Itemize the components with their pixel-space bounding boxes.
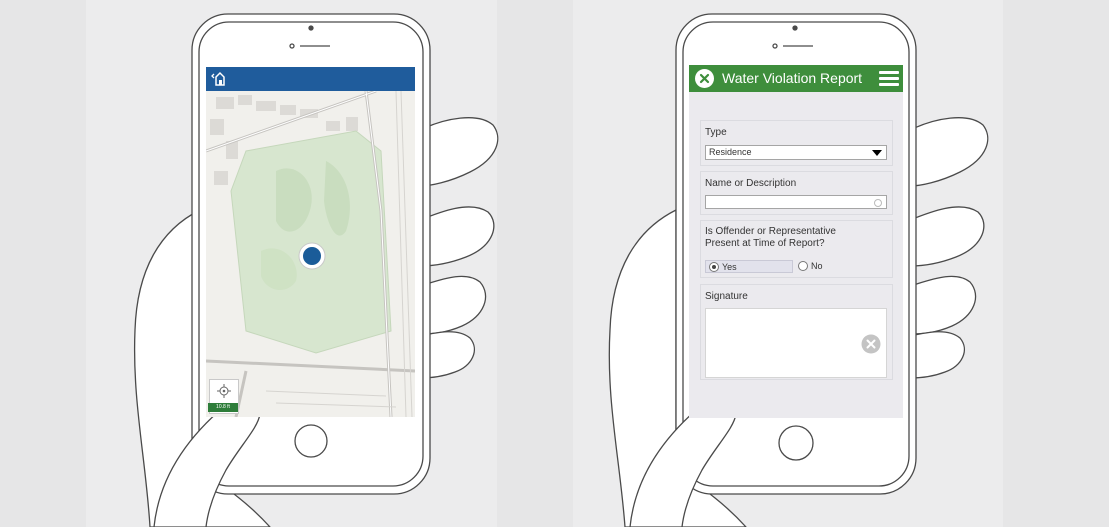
name-field-card: Name or Description (700, 171, 893, 215)
signature-pad[interactable] (705, 308, 887, 378)
phones-and-hands-illustration (133, 13, 989, 527)
map-view[interactable] (206, 91, 415, 417)
current-location-marker (303, 247, 321, 265)
radio-selected-icon (709, 262, 719, 272)
type-select[interactable]: Residence (705, 145, 887, 160)
form-title: Water Violation Report (722, 70, 863, 86)
form-app-screen: Water Violation Report Type Residence Na… (689, 65, 903, 418)
type-label: Type (705, 127, 727, 138)
dropdown-arrow-icon (872, 150, 882, 156)
radio-unselected-icon (798, 261, 808, 271)
home-back-icon[interactable] (210, 71, 226, 87)
clear-signature-icon[interactable] (861, 334, 881, 354)
signature-label: Signature (705, 291, 748, 302)
radio-option-no[interactable]: No (795, 260, 823, 273)
radio-yes-label: Yes (722, 262, 737, 272)
type-field-card: Type Residence (700, 120, 893, 166)
name-input[interactable] (705, 195, 887, 209)
map-top-bar (206, 67, 415, 91)
close-button[interactable] (695, 69, 714, 88)
clear-input-icon[interactable] (874, 199, 882, 207)
crosshair-icon (217, 384, 231, 398)
form-header: Water Violation Report (689, 65, 903, 92)
map-app-screen: 10.8 ft (206, 67, 415, 417)
signature-card: Signature (700, 284, 893, 380)
offender-present-card: Is Offender or Representative Present at… (700, 220, 893, 278)
offender-present-label-line2: Present at Time of Report? (705, 238, 825, 249)
map-scale-badge: 10.8 ft (208, 403, 238, 412)
radio-no-label: No (811, 261, 823, 271)
name-label: Name or Description (705, 178, 797, 189)
close-icon (699, 73, 710, 84)
hamburger-menu-icon[interactable] (879, 71, 899, 87)
offender-present-label-line1: Is Offender or Representative (705, 226, 836, 237)
type-select-value: Residence (709, 147, 752, 157)
radio-option-yes[interactable]: Yes (705, 260, 793, 273)
